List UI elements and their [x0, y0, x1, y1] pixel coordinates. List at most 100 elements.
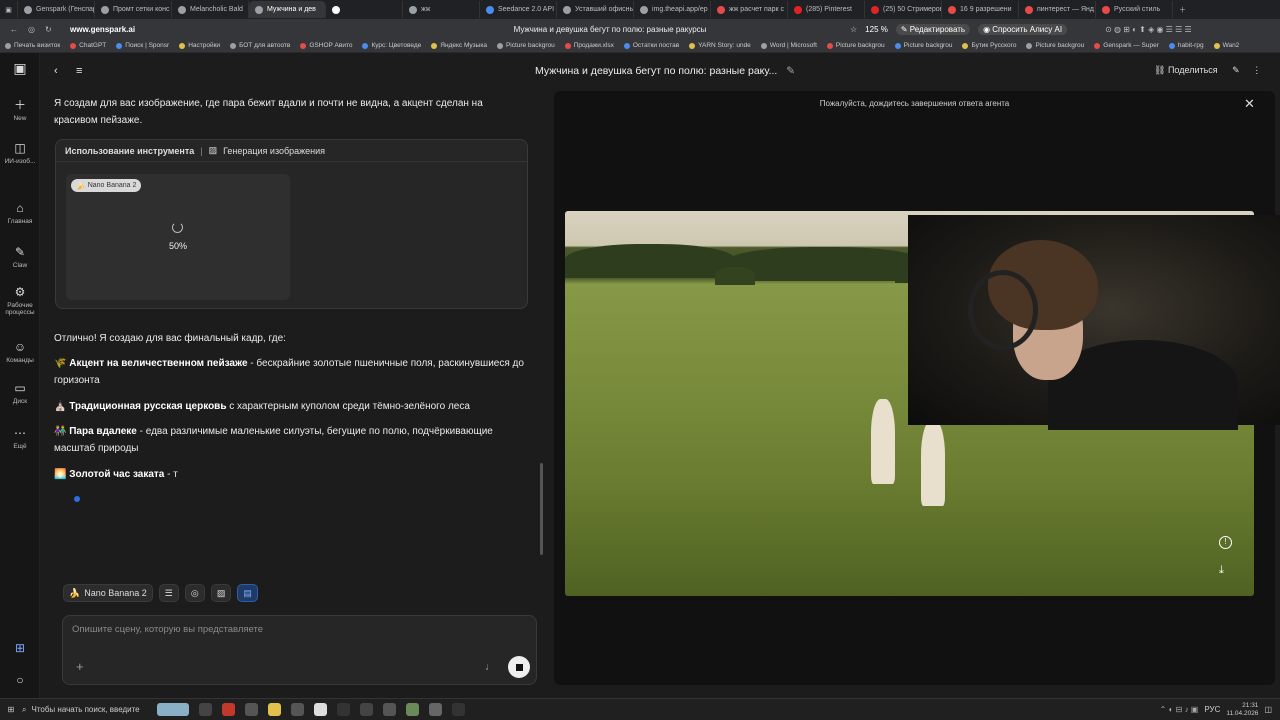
- task-view-icon[interactable]: [199, 703, 212, 716]
- app-icon-4[interactable]: [291, 703, 304, 716]
- browser-tab[interactable]: пинтерест — Янд: [1019, 1, 1096, 18]
- language-indicator[interactable]: РУС: [1204, 705, 1220, 714]
- app-logo[interactable]: ▣: [0, 61, 40, 78]
- url-field[interactable]: www.genspark.ai: [70, 25, 370, 34]
- app-icon-1[interactable]: [222, 703, 235, 716]
- bookmark-item[interactable]: habit-rpg: [1164, 42, 1209, 49]
- widget-icon[interactable]: [157, 703, 189, 716]
- sidebar-item[interactable]: ◫ ИИ-изоб...: [0, 141, 40, 165]
- info-icon[interactable]: !: [1219, 536, 1232, 549]
- account-icon[interactable]: ○: [0, 673, 40, 690]
- app-icon-3[interactable]: [268, 703, 281, 716]
- browser-tab[interactable]: Genspark (Генспар: [18, 1, 95, 18]
- new-tab-button[interactable]: ＋: [1173, 1, 1192, 18]
- extensions-icon[interactable]: ⊙ ◍ ⊞ ◐ ⬆ ◈ ◉ ☰ ☰ ☰: [1105, 25, 1192, 34]
- stop-button[interactable]: [508, 656, 530, 678]
- forward-icon[interactable]: ◎: [28, 25, 35, 34]
- sidebar-item[interactable]: ＋ New: [0, 98, 40, 122]
- sidebar-item[interactable]: ☺ Команды: [0, 340, 40, 364]
- bookmark-item[interactable]: Genspark — Super: [1089, 42, 1164, 49]
- model-selector-button[interactable]: 🍌 Nano Banana 2: [63, 584, 153, 602]
- sidebar-item[interactable]: ▭ Диск: [0, 381, 40, 405]
- browser-tab[interactable]: (285) Pinterest: [788, 1, 865, 18]
- prompt-input[interactable]: Опишите сцену, которую вы представляете: [72, 624, 263, 635]
- bookmark-item[interactable]: YARN Story: unde: [684, 42, 756, 49]
- app-icon-8[interactable]: [406, 703, 419, 716]
- browser-tab[interactable]: Seedance 2.0 API: [480, 1, 557, 18]
- close-icon[interactable]: ✕: [1244, 96, 1255, 112]
- browser-tab[interactable]: 16 9 разрешени: [942, 1, 1019, 18]
- app-icon-10[interactable]: [452, 703, 465, 716]
- sidebar-item[interactable]: ✎ Claw: [0, 245, 40, 269]
- app-icon-2[interactable]: [245, 703, 258, 716]
- image-reference-icon[interactable]: ▨: [210, 584, 232, 602]
- chat-scrollbar[interactable]: [540, 463, 543, 555]
- app-icon-5[interactable]: [337, 703, 350, 716]
- tray-icons[interactable]: ⌃ ◐ ⊟ ♪ ▣: [1160, 705, 1199, 714]
- bookmark-star-icon[interactable]: ☆: [850, 25, 857, 34]
- browser-tab[interactable]: Мужчина и дев: [249, 1, 326, 18]
- bookmark-item[interactable]: Picture backgrou: [1021, 42, 1089, 49]
- taskbar-search[interactable]: ⌕ Чтобы начать поиск, введите: [22, 705, 152, 715]
- app-icon-7[interactable]: [383, 703, 396, 716]
- bookmark-item[interactable]: Picture backgrou: [890, 42, 958, 49]
- sidebar-item[interactable]: ⚙ Рабочие процессы: [0, 285, 40, 316]
- bookmark-item[interactable]: Продажи.xlsx: [560, 42, 619, 49]
- aspect-ratio-icon[interactable]: ▤: [237, 584, 258, 602]
- menu-icon[interactable]: ≡: [76, 65, 82, 77]
- notifications-icon[interactable]: ◫: [1264, 705, 1272, 714]
- bookmark-item[interactable]: Word | Microsoft: [756, 42, 822, 49]
- bookmark-item[interactable]: Picture backgrou: [492, 42, 560, 49]
- bookmark-item[interactable]: ChatGPT: [65, 42, 111, 49]
- bookmark-item[interactable]: Поиск | Sponsr: [111, 42, 174, 49]
- yandex-browser-icon[interactable]: [314, 703, 327, 716]
- browser-tab[interactable]: жж: [403, 1, 480, 18]
- bookmark-item[interactable]: Яндекс Музыка: [426, 42, 492, 49]
- tab-actions-icon[interactable]: ▣: [0, 1, 18, 18]
- clock[interactable]: 21:31 11.04.2026: [1226, 702, 1258, 718]
- bookmark-item[interactable]: Курс: Цветоведе: [357, 42, 426, 49]
- share-button[interactable]: ⛓ Поделиться ✎ ⋮: [1154, 65, 1261, 76]
- settings-sliders-icon[interactable]: ☰: [158, 584, 179, 602]
- browser-tab[interactable]: Уставший офисны: [557, 1, 634, 18]
- bookmark-item[interactable]: Бутик Русского: [957, 42, 1021, 49]
- browser-tab[interactable]: (25) 50 Стримеров: [865, 1, 942, 18]
- style-icon[interactable]: ◎: [184, 584, 205, 602]
- back-icon[interactable]: ←: [10, 25, 18, 34]
- sidebar-item[interactable]: ⌂ Главная: [0, 201, 40, 225]
- edit-button[interactable]: ✎ Редактировать: [895, 23, 971, 35]
- attach-plus-icon[interactable]: +: [76, 659, 84, 674]
- back-arrow-icon[interactable]: ‹: [54, 65, 58, 77]
- tool-name: Генерация изображения: [223, 145, 326, 156]
- more-icon[interactable]: ⋮: [1252, 65, 1261, 75]
- browser-tab[interactable]: Melancholic Bald: [172, 1, 249, 18]
- rename-pencil-icon[interactable]: ✎: [786, 65, 795, 77]
- bookmark-label: Picture backgrou: [1035, 42, 1085, 49]
- alice-button[interactable]: ◉ Спросить Алису AI: [978, 23, 1068, 35]
- bookmark-item[interactable]: Остатки постав: [619, 42, 684, 49]
- start-icon[interactable]: ⊞: [0, 705, 22, 714]
- apps-icon[interactable]: ⊞: [0, 641, 40, 658]
- sidebar-item[interactable]: ⋯ Ещё: [0, 426, 40, 450]
- microphone-icon[interactable]: ♩: [485, 661, 496, 673]
- browser-tab[interactable]: [326, 1, 403, 18]
- sidebar-item-icon: ⌂: [16, 201, 24, 215]
- bookmark-item[interactable]: Wan2: [1209, 42, 1245, 49]
- zoom-indicator[interactable]: 125 %: [865, 25, 888, 34]
- app-icon-9[interactable]: [429, 703, 442, 716]
- edit-icon[interactable]: ✎: [1232, 65, 1240, 75]
- reload-icon[interactable]: ↻: [45, 25, 52, 34]
- bookmark-item[interactable]: Picture backgrou: [822, 42, 890, 49]
- browser-tab[interactable]: Русский стиль: [1096, 1, 1173, 18]
- browser-tab[interactable]: img.theapi.app/ep: [634, 1, 711, 18]
- bookmark-item[interactable]: Настройки: [174, 42, 225, 49]
- download-icon[interactable]: ⤓: [1219, 564, 1224, 577]
- app-icon-6[interactable]: [360, 703, 373, 716]
- bookmark-item[interactable]: БОТ для автоотв: [225, 42, 295, 49]
- browser-tab[interactable]: жж расчет парк с: [711, 1, 788, 18]
- bookmark-item[interactable]: Печать визиток: [0, 42, 65, 49]
- prompt-composer[interactable]: Опишите сцену, которую вы представляете …: [62, 615, 537, 685]
- bookmark-item[interactable]: GSHOP Авито: [295, 42, 357, 49]
- sidebar-item-icon: ⋯: [14, 426, 26, 440]
- browser-tab[interactable]: Промт сетки конс: [95, 1, 172, 18]
